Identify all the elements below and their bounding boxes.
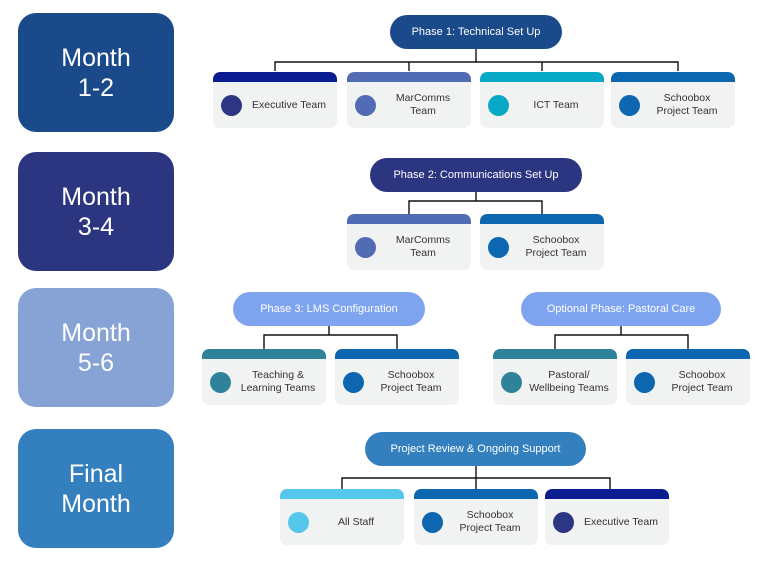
team-card-schoobox: Schoobox Project Team [480,214,604,270]
month-3-4: Month 3-4 [18,152,174,271]
connector-phase-optional [554,326,689,349]
ict-team-icon [488,95,509,116]
connector-phase-2 [408,192,543,214]
team-card-pastoral-wellbeing: Pastoral/ Wellbeing Teams [493,349,617,405]
team-card-all-staff: All Staff [280,489,404,545]
team-card-marcomms: MarComms Team [347,214,471,270]
connector-phase-final [341,466,611,490]
schoobox-team-icon [488,237,509,258]
team-card-executive: Executive Team [545,489,669,545]
phase-2-pill: Phase 2: Communications Set Up [370,158,582,192]
month-final: Final Month [18,429,174,548]
schoobox-team-icon [343,372,364,393]
team-card-schoobox: Schoobox Project Team [611,72,735,128]
schoobox-team-icon [422,512,443,533]
marcomms-team-icon [355,95,376,116]
connector-phase-3 [263,326,398,349]
team-card-teaching-learning: Teaching & Learning Teams [202,349,326,405]
team-card-ict: ICT Team [480,72,604,128]
phase-1-pill: Phase 1: Technical Set Up [390,15,562,49]
marcomms-team-icon [355,237,376,258]
month-5-6: Month 5-6 [18,288,174,407]
phase-3-pill: Phase 3: LMS Configuration [233,292,425,326]
team-card-marcomms: MarComms Team [347,72,471,128]
connector-phase-1 [274,49,679,71]
all-staff-icon [288,512,309,533]
team-card-schoobox: Schoobox Project Team [626,349,750,405]
month-1-2: Month 1-2 [18,13,174,132]
team-card-executive: Executive Team [213,72,337,128]
phase-optional-pill: Optional Phase: Pastoral Care [521,292,721,326]
phase-final-pill: Project Review & Ongoing Support [365,432,586,466]
pastoral-team-icon [501,372,522,393]
schoobox-team-icon [634,372,655,393]
executive-team-icon [553,512,574,533]
schoobox-team-icon [619,95,640,116]
teaching-team-icon [210,372,231,393]
team-card-schoobox: Schoobox Project Team [335,349,459,405]
executive-team-icon [221,95,242,116]
team-card-schoobox: Schoobox Project Team [414,489,538,545]
